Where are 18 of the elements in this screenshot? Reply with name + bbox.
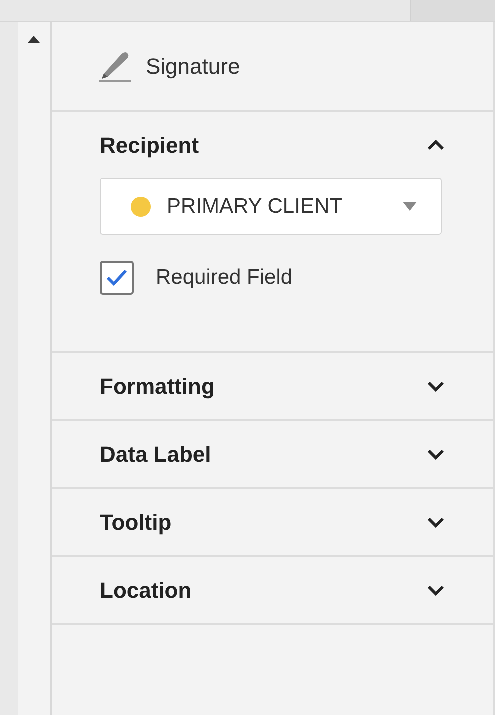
section-header[interactable]: Formatting xyxy=(52,353,493,419)
caret-icon xyxy=(403,202,417,211)
chevron-down-icon xyxy=(427,584,445,596)
chevron-down-icon xyxy=(427,516,445,528)
section-header[interactable]: Data Label xyxy=(52,421,493,487)
chevron-up-icon xyxy=(427,140,445,150)
checkmark-icon xyxy=(106,269,128,287)
chevron-down-icon xyxy=(427,380,445,392)
checkbox[interactable] xyxy=(100,261,134,295)
pen-icon xyxy=(98,50,132,82)
scroll-up-icon[interactable] xyxy=(28,36,40,43)
recipient-dropdown[interactable]: PRIMARY CLIENT xyxy=(100,178,442,235)
section-header[interactable]: Tooltip xyxy=(52,489,493,555)
chevron-down-icon xyxy=(427,448,445,460)
checkbox-label: Required Field xyxy=(156,265,293,292)
section-header[interactable]: Location xyxy=(52,557,493,623)
field-type-label: Signature xyxy=(146,52,240,81)
section-header[interactable]: Recipient xyxy=(52,112,493,178)
